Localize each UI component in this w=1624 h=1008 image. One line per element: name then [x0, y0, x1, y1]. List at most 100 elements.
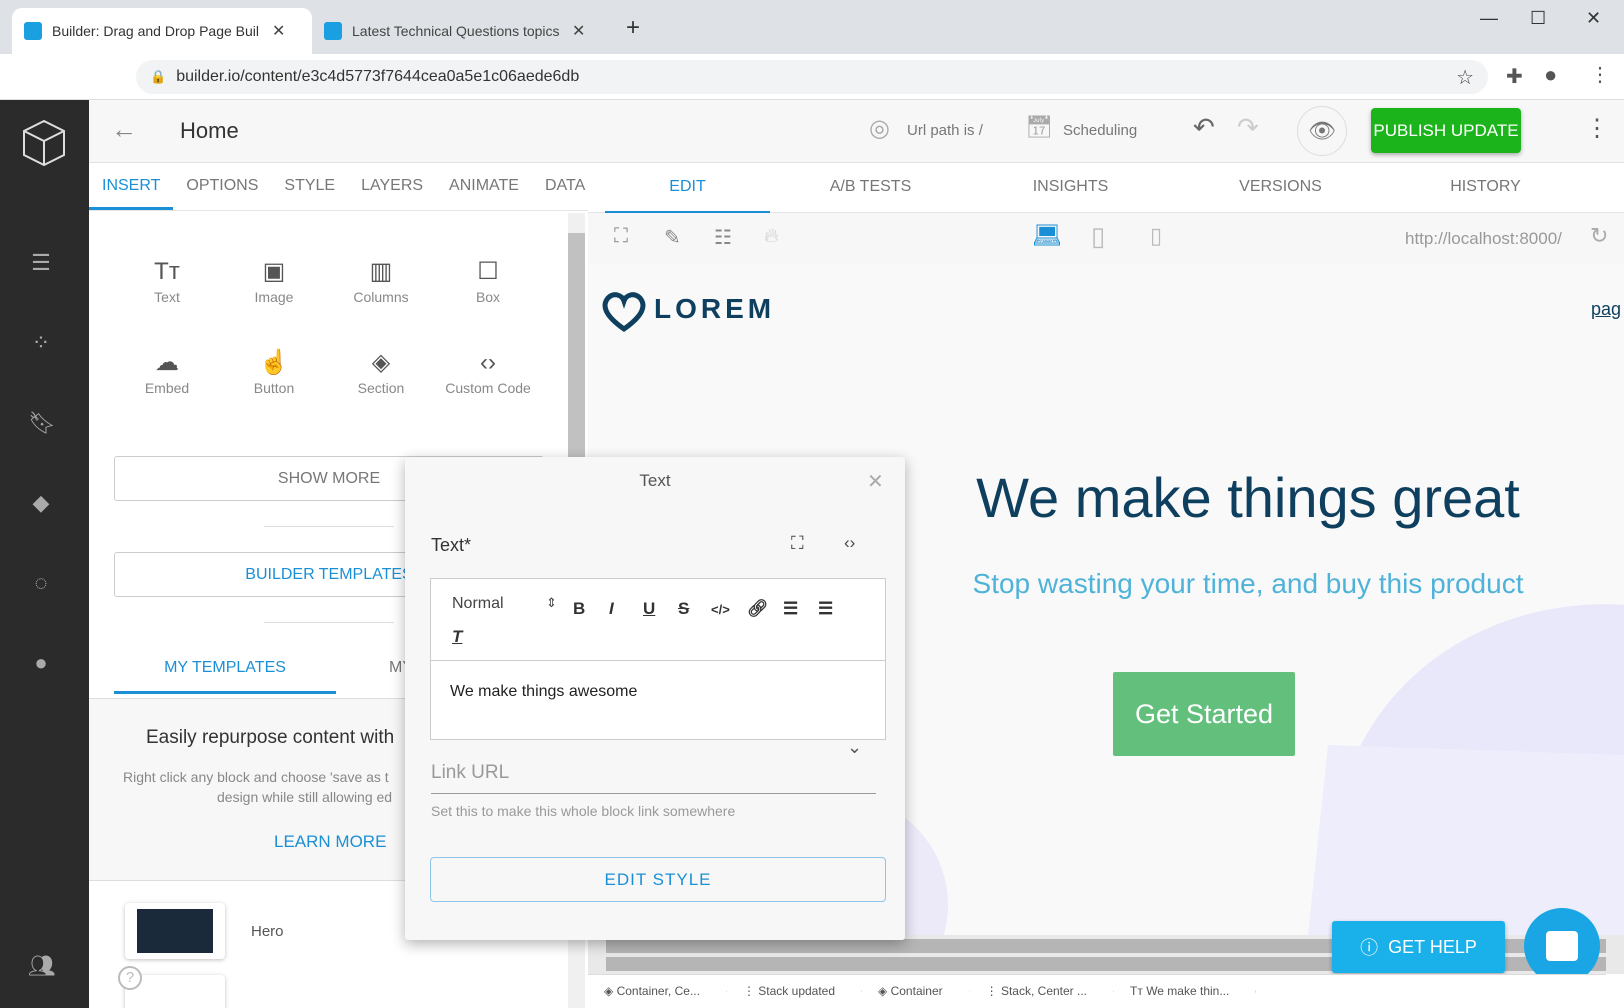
url-input[interactable]: 🔒 builder.io/content/e3c4d5773f7644cea0a… [136, 60, 1488, 94]
block-label: Text [154, 289, 180, 305]
block-text[interactable]: Tт Text [117, 255, 217, 305]
mobile-icon[interactable]: ▯ [1150, 223, 1162, 249]
back-arrow-icon[interactable]: ← [111, 114, 137, 145]
bullet-list-icon[interactable]: ☰ [818, 599, 833, 619]
tab-data[interactable]: DATA [532, 163, 588, 210]
block-section[interactable]: ◈ Section [331, 346, 431, 396]
tab-history[interactable]: HISTORY [1403, 163, 1568, 211]
help-question-icon[interactable]: ? [118, 966, 142, 990]
undo-icon[interactable]: ↶ [1193, 112, 1215, 143]
editor-toolbar: Normal ⇕ B I U S </> 🔗︎ ☰ ☰ T [431, 579, 885, 661]
tab-insights[interactable]: INSIGHTS [988, 163, 1153, 211]
pencil-icon[interactable]: ✎ [664, 225, 681, 250]
get-started-button[interactable]: Get Started [1113, 672, 1295, 756]
close-dialog-icon[interactable]: ✕ [867, 469, 884, 494]
browser-tab-bar: Builder: Drag and Drop Page Buil ✕ Lates… [0, 0, 1624, 54]
tab-my-templates[interactable]: MY TEMPLATES [114, 659, 336, 694]
refresh-preview-icon[interactable]: ↻ [1590, 223, 1608, 249]
block-embed[interactable]: ☁ Embed [117, 346, 217, 396]
breadcrumb-label: Stack updated [758, 984, 836, 998]
link-url-input[interactable]: Link URL [431, 762, 876, 794]
clear-format-icon[interactable]: T [452, 627, 462, 647]
lock-icon: 🔒 [150, 69, 167, 84]
url-path-button[interactable]: Url path is / [907, 122, 983, 139]
block-box[interactable]: ☐ Box [438, 255, 538, 305]
bookmark-icon[interactable]: 🔖︎ [28, 410, 56, 435]
code-icon[interactable]: </> [711, 602, 730, 617]
nav-link[interactable]: pag [1591, 299, 1621, 320]
template-thumbnail[interactable] [125, 903, 225, 959]
breadcrumb-item[interactable]: ⋮ Stack updated [727, 975, 863, 1008]
ordered-list-icon[interactable]: ☰ [783, 599, 798, 619]
publish-update-button[interactable]: PUBLISH UPDATE [1371, 108, 1521, 153]
tab-animate[interactable]: ANIMATE [436, 163, 532, 210]
learn-more-link[interactable]: LEARN MORE [274, 832, 386, 852]
account-icon[interactable]: ● [28, 650, 54, 675]
template-name[interactable]: Hero [251, 923, 284, 940]
canvas-toolbar: ⛶ ✎ ☷ 🔥︎ 💻︎ ▯ ▯ http://localhost:8000/ ↻ [588, 213, 1624, 265]
breadcrumb-item[interactable]: ◈ Container, Ce... [588, 975, 727, 1008]
tab-options[interactable]: OPTIONS [173, 163, 271, 210]
integrations-icon[interactable]: ◌ [28, 570, 54, 595]
scrollbar-thumb[interactable] [568, 233, 585, 463]
tab-layers[interactable]: LAYERS [348, 163, 436, 210]
tab-ab-tests[interactable]: A/B TESTS [788, 163, 953, 211]
redo-icon[interactable]: ↷ [1237, 112, 1259, 143]
expand-editor-icon[interactable]: ⛶ [791, 533, 804, 554]
close-window-icon[interactable]: ✕ [1586, 8, 1601, 29]
format-select[interactable]: Normal [452, 595, 504, 613]
underline-icon[interactable]: U [643, 599, 655, 619]
profile-icon[interactable]: ● [1544, 62, 1557, 88]
block-button[interactable]: ☝ Button [224, 346, 324, 396]
block-image[interactable]: ▣ Image [224, 255, 324, 305]
rows-icon[interactable]: ☷ [714, 225, 732, 250]
team-icon[interactable]: 👥︎ [28, 953, 56, 978]
models-icon[interactable]: ⁘ [28, 330, 54, 355]
bold-icon[interactable]: B [573, 599, 585, 619]
more-options-icon[interactable]: ⋮ [1585, 114, 1609, 143]
breadcrumb: ◈ Container, Ce... ⋮ Stack updated ◈ Con… [588, 974, 1606, 1008]
link-icon[interactable]: 🔗︎ [747, 599, 769, 619]
text-editor-content[interactable]: We make things awesome [431, 661, 885, 723]
code-icon: ‹› [480, 349, 496, 376]
minimize-icon[interactable]: — [1480, 8, 1498, 29]
breadcrumb-item[interactable]: ⋮ Stack, Center ... [970, 975, 1115, 1008]
hero-subheadline[interactable]: Stop wasting your time, and buy this pro… [888, 568, 1608, 600]
chat-launcher-button[interactable] [1524, 908, 1600, 984]
scheduling-button[interactable]: Scheduling [1063, 122, 1137, 139]
breadcrumb-item[interactable]: Tт We make thin... [1114, 975, 1257, 1008]
breadcrumb-label: We make thin... [1146, 984, 1230, 998]
select-arrows-icon: ⇕ [546, 595, 557, 610]
block-custom-code[interactable]: ‹› Custom Code [438, 346, 538, 396]
chevron-down-icon[interactable]: ⌄ [847, 737, 862, 758]
maximize-icon[interactable]: ☐ [1530, 8, 1546, 29]
tab-versions[interactable]: VERSIONS [1198, 163, 1363, 211]
browser-tab-active[interactable]: Builder: Drag and Drop Page Buil ✕ [12, 8, 312, 54]
tab-style[interactable]: STYLE [271, 163, 348, 210]
extensions-icon[interactable]: ✚ [1506, 64, 1523, 89]
new-tab-icon[interactable]: + [626, 14, 640, 42]
close-tab-icon[interactable]: ✕ [272, 21, 285, 41]
tablet-icon[interactable]: ▯ [1091, 221, 1105, 252]
fire-icon[interactable]: 🔥︎ [764, 225, 779, 248]
strikethrough-icon[interactable]: S [678, 599, 689, 619]
preview-eye-icon[interactable]: 👁︎ [1297, 106, 1347, 156]
content-list-icon[interactable]: ☰ [28, 250, 54, 275]
get-help-button[interactable]: ⓘ GET HELP [1332, 921, 1505, 973]
columns-icon: ▥ [369, 258, 393, 285]
edit-style-button[interactable]: EDIT STYLE [430, 857, 886, 902]
browser-menu-icon[interactable]: ⋮ [1590, 62, 1610, 87]
italic-icon[interactable]: I [609, 599, 614, 619]
desktop-icon[interactable]: 💻︎ [1032, 221, 1062, 250]
widgets-icon[interactable]: ◆ [28, 490, 54, 515]
code-view-icon[interactable]: ‹› [844, 533, 855, 553]
close-tab-icon[interactable]: ✕ [572, 21, 585, 41]
bookmark-star-icon[interactable]: ☆ [1456, 65, 1474, 90]
block-columns[interactable]: ▥ Columns [331, 255, 431, 305]
breadcrumb-item[interactable]: ◈ Container [862, 975, 970, 1008]
fullscreen-icon[interactable]: ⛶ [614, 225, 628, 248]
tab-insert[interactable]: INSERT [89, 163, 174, 210]
hero-headline[interactable]: We make things great [888, 465, 1608, 530]
browser-tab[interactable]: Latest Technical Questions topics ✕ [312, 8, 612, 54]
tab-edit[interactable]: EDIT [605, 163, 770, 213]
